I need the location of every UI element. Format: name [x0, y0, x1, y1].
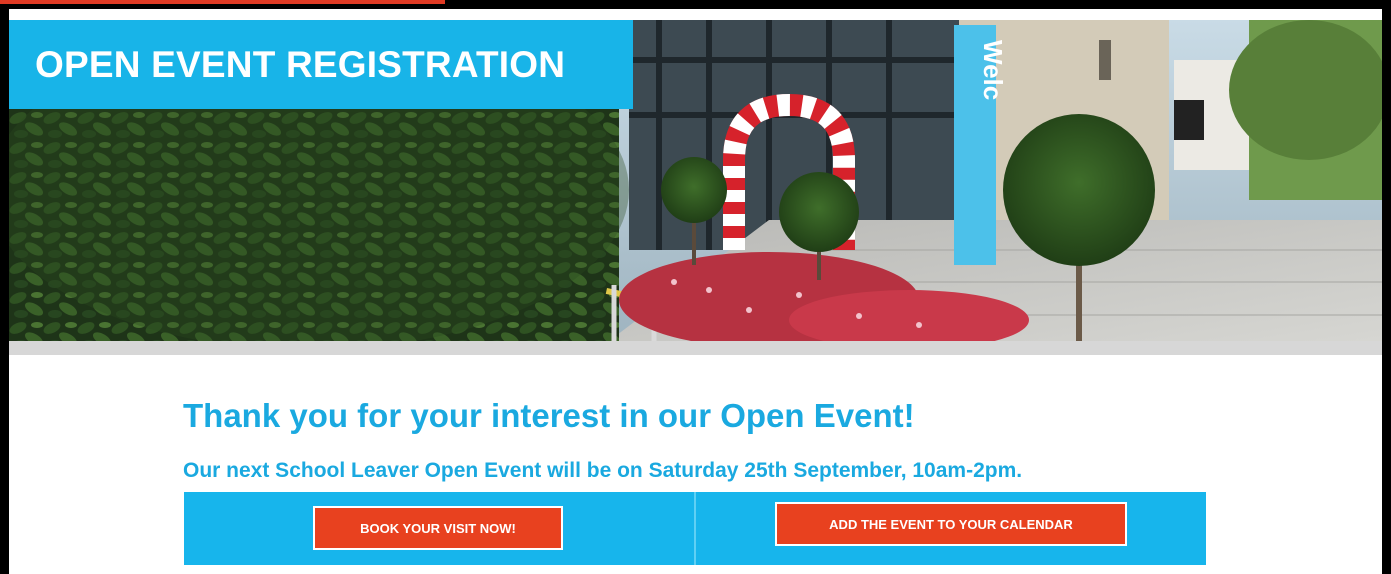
book-visit-button[interactable]: BOOK YOUR VISIT NOW! [313, 506, 563, 550]
thank-you-heading: Thank you for your interest in our Open … [183, 397, 915, 434]
page-title: OPEN EVENT REGISTRATION [35, 43, 566, 85]
hero-divider [9, 341, 1382, 355]
main-content: Thank you for your interest in our Open … [9, 355, 1382, 574]
add-to-calendar-button[interactable]: ADD THE EVENT TO YOUR CALENDAR [775, 502, 1127, 546]
cta-band: BOOK YOUR VISIT NOW! ADD THE EVENT TO YO… [184, 492, 1206, 565]
cta-cell-book: BOOK YOUR VISIT NOW! [184, 492, 694, 565]
page-frame: Welc OPEN EVENT REGISTRATION Thank you f… [9, 9, 1382, 574]
banner-flag-text: Welc [978, 40, 1008, 100]
cta-cell-calendar: ADD THE EVENT TO YOUR CALENDAR [696, 492, 1206, 565]
page-progress-bar [0, 0, 1391, 4]
title-banner: OPEN EVENT REGISTRATION [9, 20, 633, 109]
hero-image: Welc OPEN EVENT REGISTRATION [9, 20, 1382, 341]
event-date-text: Our next School Leaver Open Event will b… [183, 459, 1023, 482]
page-progress-fill [0, 0, 446, 4]
